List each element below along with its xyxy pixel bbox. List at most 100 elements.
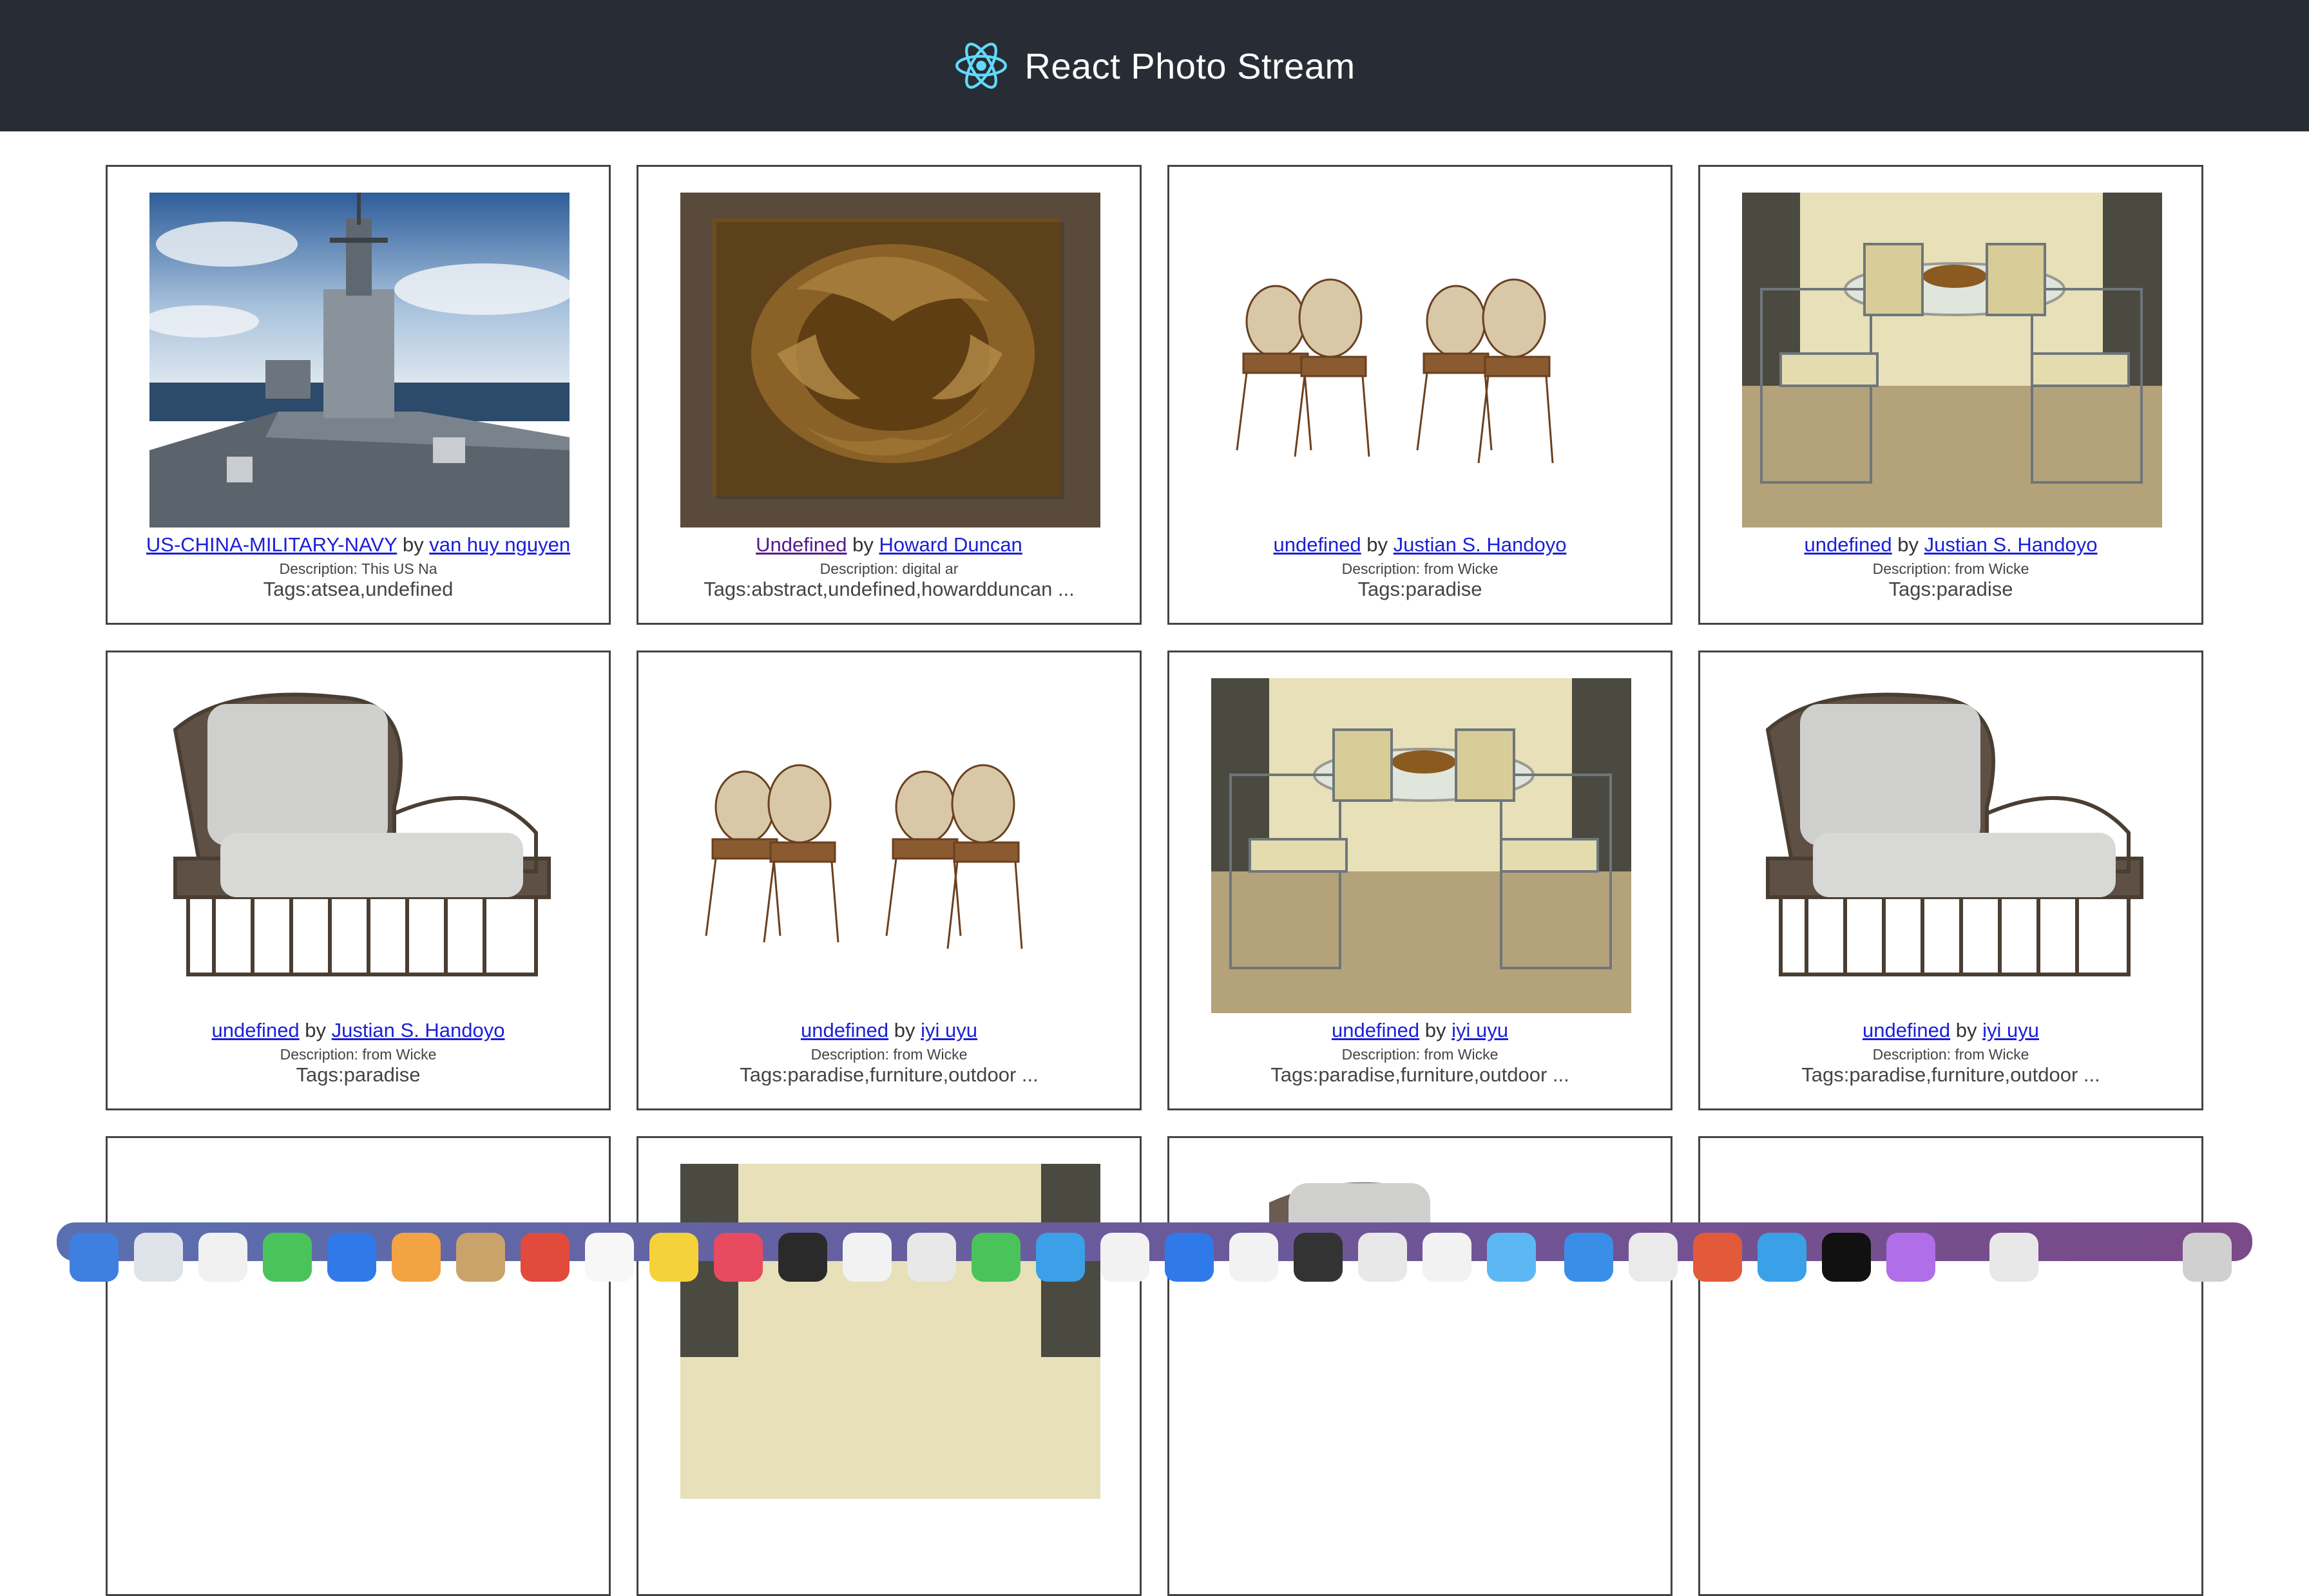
author-link[interactable]: Justian S. Handoyo	[1924, 533, 2098, 556]
photo-image-wicker-armchair[interactable]	[1742, 678, 2162, 1013]
photo-image-dining-set[interactable]	[1211, 678, 1631, 1013]
app-icon[interactable]	[1629, 1233, 1678, 1282]
photo-title-link[interactable]: US-CHINA-MILITARY-NAVY	[146, 533, 397, 556]
photo-tags: Tags:paradise,furniture,outdoor ...	[1801, 1063, 2100, 1086]
by-label: by	[1897, 533, 1919, 556]
app-icon[interactable]	[1229, 1233, 1278, 1282]
app-icon[interactable]	[1693, 1233, 1742, 1282]
photo-description: Description: This US Na	[279, 560, 437, 577]
app-icon[interactable]	[1165, 1233, 1214, 1282]
photo-description: Description: from Wicke	[1341, 560, 1499, 577]
photo-card: undefined by Justian S. Handoyo Descript…	[106, 651, 611, 1110]
photo-image-bistro-chairs[interactable]	[680, 678, 1100, 1013]
photo-card	[1167, 1136, 1672, 1596]
photo-card: US-CHINA-MILITARY-NAVY by van huy nguyen…	[106, 165, 611, 625]
author-link[interactable]: Justian S. Handoyo	[1394, 533, 1567, 556]
photo-description: Description: from Wicke	[810, 1046, 968, 1063]
photo-image-bistro-chairs[interactable]	[1211, 193, 1631, 527]
photo-title-link[interactable]: undefined	[1273, 533, 1361, 556]
photo-caption: undefined by iyi uyu	[1700, 1018, 2201, 1043]
app-icon[interactable]	[843, 1233, 892, 1282]
by-label: by	[852, 533, 874, 556]
photo-card: Undefined by Howard Duncan Description: …	[637, 165, 1142, 625]
photo-caption: undefined by Justian S. Handoyo	[1700, 533, 2201, 557]
reminders-icon[interactable]	[585, 1233, 634, 1282]
trash-icon[interactable]	[2183, 1233, 2232, 1282]
macos-dock	[57, 1222, 2252, 1282]
photo-title-link[interactable]: undefined	[801, 1019, 888, 1041]
author-link[interactable]: Howard Duncan	[879, 533, 1022, 556]
app-icon[interactable]	[1487, 1233, 1536, 1282]
photo-tags: Tags:paradise,furniture,outdoor ...	[740, 1063, 1039, 1086]
photo-tags: Tags:paradise	[1357, 578, 1482, 600]
music-icon[interactable]	[714, 1233, 763, 1282]
photo-title-link[interactable]: undefined	[211, 1019, 299, 1041]
by-label: by	[305, 1019, 327, 1041]
finder-icon[interactable]	[70, 1233, 119, 1282]
photos-icon[interactable]	[392, 1233, 441, 1282]
author-link[interactable]: Justian S. Handoyo	[332, 1019, 505, 1041]
photo-image-dining-set[interactable]	[1742, 193, 2162, 527]
photo-card: undefined by iyi uyu Description: from W…	[637, 651, 1142, 1110]
photo-caption: undefined by Justian S. Handoyo	[108, 1018, 609, 1043]
app-icon[interactable]	[1423, 1233, 1471, 1282]
author-link[interactable]: iyi uyu	[1982, 1019, 2039, 1041]
photo-description: Description: from Wicke	[1872, 560, 2029, 577]
calendar-icon[interactable]	[521, 1233, 570, 1282]
photo-caption: Undefined by Howard Duncan	[638, 533, 1140, 557]
app-icon[interactable]	[1294, 1233, 1343, 1282]
by-label: by	[1366, 533, 1388, 556]
downloads-icon[interactable]	[1989, 1233, 2038, 1282]
photo-card	[1698, 1136, 2203, 1596]
app-icon[interactable]	[907, 1233, 956, 1282]
photo-description: Description: digital ar	[819, 560, 959, 577]
safari-icon[interactable]	[198, 1233, 247, 1282]
photo-tags: Tags:paradise	[296, 1063, 421, 1086]
photo-title-link[interactable]: undefined	[1804, 533, 1892, 556]
photo-title-link[interactable]: Undefined	[756, 533, 847, 556]
app-icon[interactable]	[1100, 1233, 1149, 1282]
app-icon[interactable]	[972, 1233, 1020, 1282]
photo-grid: US-CHINA-MILITARY-NAVY by van huy nguyen…	[0, 0, 2309, 1596]
photo-caption: undefined by iyi uyu	[1169, 1018, 1671, 1043]
author-link[interactable]: van huy nguyen	[429, 533, 570, 556]
photo-image-wicker-armchair[interactable]	[1211, 1164, 1631, 1499]
launchpad-icon[interactable]	[134, 1233, 183, 1282]
photo-caption: undefined by iyi uyu	[638, 1018, 1140, 1043]
photo-description: Description: from Wicke	[1341, 1046, 1499, 1063]
photo-card: undefined by Justian S. Handoyo Descript…	[1167, 165, 1672, 625]
photo-image-warship[interactable]	[149, 193, 570, 527]
by-label: by	[894, 1019, 915, 1041]
author-link[interactable]: iyi uyu	[921, 1019, 977, 1041]
app-icon[interactable]	[1564, 1233, 1613, 1282]
app-icon[interactable]	[1758, 1233, 1806, 1282]
app-icon[interactable]	[1036, 1233, 1085, 1282]
photo-tags: Tags:paradise,furniture,outdoor ...	[1270, 1063, 1569, 1086]
photo-tags: Tags:abstract,undefined,howardduncan ...	[704, 578, 1075, 600]
photo-image-abstract-art[interactable]	[680, 193, 1100, 527]
notes-icon[interactable]	[649, 1233, 698, 1282]
photo-card: undefined by iyi uyu Description: from W…	[1167, 651, 1672, 1110]
by-label: by	[1424, 1019, 1446, 1041]
messages-icon[interactable]	[263, 1233, 312, 1282]
photo-tags: Tags:paradise	[1888, 578, 2013, 600]
mail-icon[interactable]	[327, 1233, 376, 1282]
app-icon[interactable]	[1822, 1233, 1871, 1282]
terminal-icon[interactable]	[778, 1233, 827, 1282]
photo-title-link[interactable]: undefined	[1863, 1019, 1950, 1041]
photo-caption: undefined by Justian S. Handoyo	[1169, 533, 1671, 557]
photo-image-wicker-armchair[interactable]	[149, 678, 570, 1013]
app-icon[interactable]	[1358, 1233, 1407, 1282]
photo-image-dining-set[interactable]	[680, 1164, 1100, 1499]
author-link[interactable]: iyi uyu	[1452, 1019, 1508, 1041]
photo-title-link[interactable]: undefined	[1332, 1019, 1419, 1041]
photo-card: undefined by Justian S. Handoyo Descript…	[1698, 165, 2203, 625]
contacts-icon[interactable]	[456, 1233, 505, 1282]
photo-description: Description: from Wicke	[280, 1046, 437, 1063]
photo-tags: Tags:atsea,undefined	[263, 578, 454, 600]
photo-description: Description: from Wicke	[1872, 1046, 2029, 1063]
photo-caption: US-CHINA-MILITARY-NAVY by van huy nguyen	[108, 533, 609, 557]
photo-card: undefined by iyi uyu Description: from W…	[1698, 651, 2203, 1110]
app-icon[interactable]	[1886, 1233, 1935, 1282]
photo-card	[637, 1136, 1142, 1596]
